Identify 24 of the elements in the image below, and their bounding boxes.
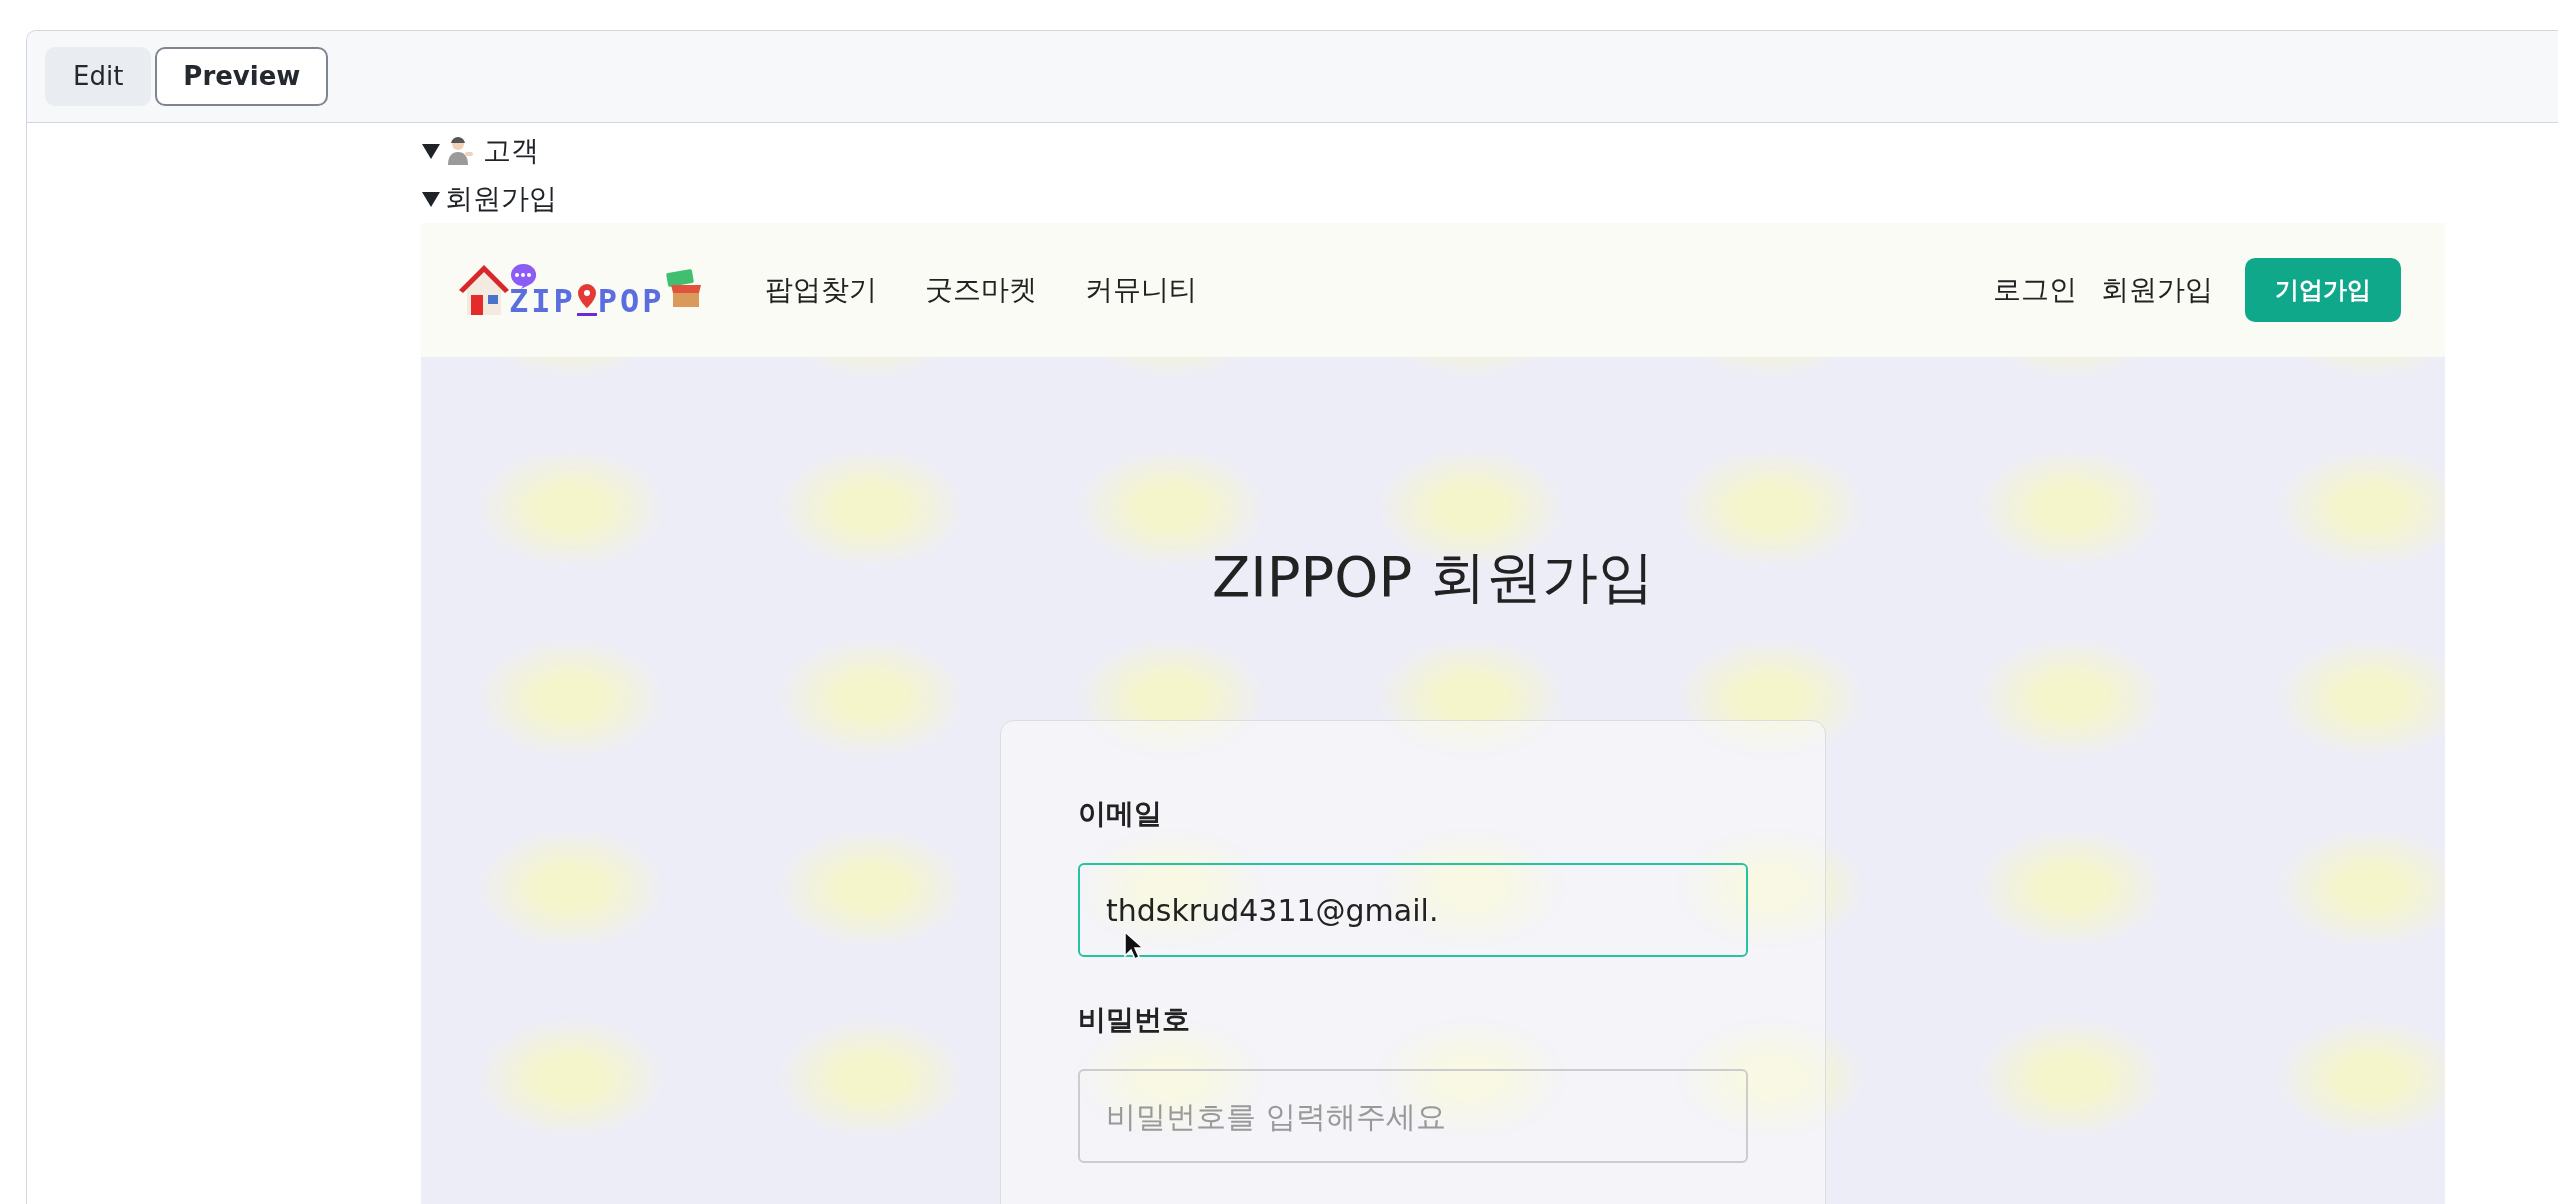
outline-label[interactable]: 고객 [483, 127, 539, 175]
nav-link-text[interactable]: 로그인 [1993, 269, 2077, 311]
shop-icon [664, 269, 701, 309]
nav-link-text[interactable]: 팝업찾기 [764, 269, 877, 311]
input-field[interactable]: thdskrud4311@gmail. [1078, 863, 1748, 958]
mouse-pointer-icon [1124, 931, 1144, 962]
editor-tab[interactable]: Preview [155, 47, 329, 106]
expanded-triangle-icon[interactable] [421, 190, 441, 208]
expanded-triangle-icon[interactable] [421, 142, 441, 160]
map-pin-icon [575, 283, 598, 317]
field-label: 이메일 [1078, 796, 1163, 833]
outline-label[interactable]: 회원가입 [445, 175, 557, 223]
logo-text: ZIP [509, 285, 576, 317]
logo-text: POP [597, 285, 665, 317]
nav-link-text[interactable]: 회원가입 [2101, 269, 2213, 311]
field-label: 비밀번호 [1078, 1002, 1191, 1039]
chat-bubble-icon [509, 263, 537, 289]
page-title: ZIPPOP 회원가입 [1210, 543, 1656, 611]
editor-tab[interactable]: Edit [45, 47, 152, 106]
house-icon [459, 263, 509, 317]
nav-link-text[interactable]: 굿즈마켓 [924, 269, 1037, 311]
input-field[interactable]: 비밀번호를 입력해주세요 [1078, 1069, 1748, 1164]
nav-link-text[interactable]: 커뮤니티 [1084, 269, 1197, 311]
person-icon [445, 136, 475, 166]
